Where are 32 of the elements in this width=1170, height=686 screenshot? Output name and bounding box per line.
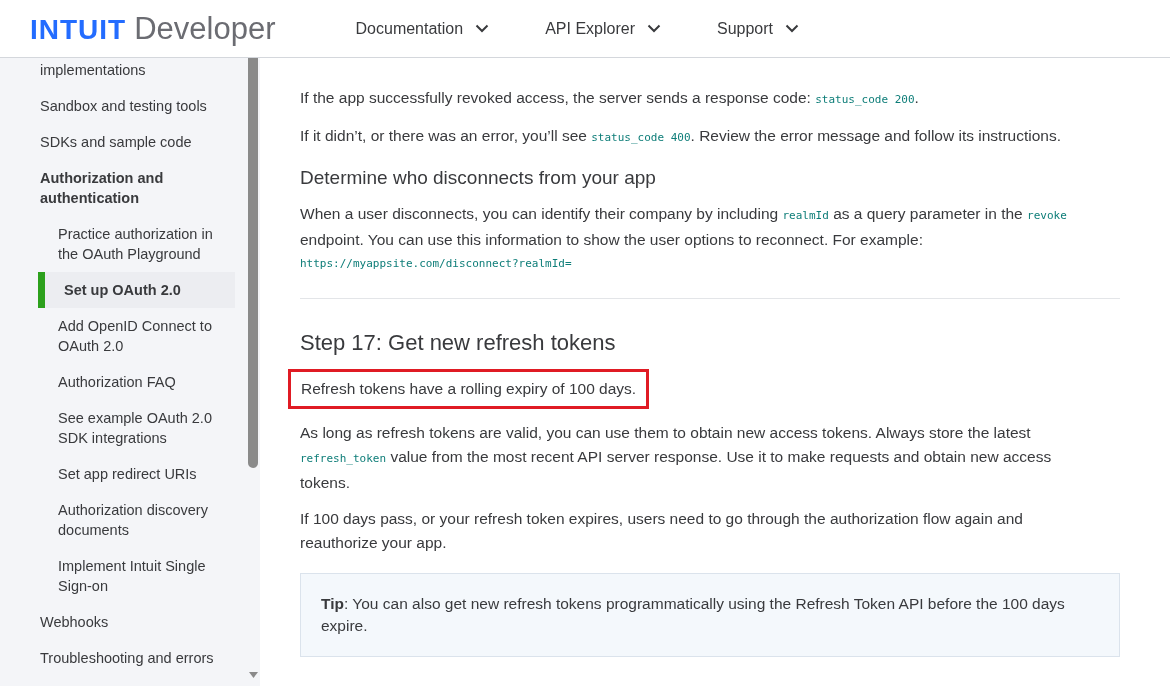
paragraph: If the app successfully revoked access, the server sends a response code: status_code 200. <box>300 88 920 108</box>
sidebar-link[interactable]: Authorization and authentication <box>0 168 247 208</box>
sidebar-link[interactable]: Practice authorization in the OAuth Playground <box>0 224 247 264</box>
paragraph: As long as refresh tokens are valid, you can use them to obtain new access tokens. Always store the latest refresh_token value from the most recent API server response. Use it to make requests and obtain new access tokens. <box>300 423 1053 493</box>
chevron-down-icon <box>785 24 799 33</box>
sidebar-link[interactable]: Authorization discovery documents <box>0 500 247 540</box>
sidebar-link[interactable]: Troubleshooting and errors <box>0 648 247 668</box>
sidebar-link[interactable]: Implement Intuit Single Sign-on <box>0 556 247 596</box>
paragraph: If 100 days pass, or your refresh token expires, users need to go through the authorization flow again and reauthorize your app. <box>300 509 1024 553</box>
nav-menu-button[interactable]: Support <box>716 19 799 38</box>
nav-menu-button[interactable]: API Explorer <box>545 19 661 38</box>
scroll-down-icon[interactable] <box>249 672 258 678</box>
chevron-down-icon <box>646 24 661 33</box>
sidebar-link[interactable]: Webhooks <box>0 612 247 632</box>
logo[interactable]: INTUIT Developer <box>30 10 276 47</box>
chevron-down-icon <box>475 24 490 33</box>
sidebar-link[interactable]: Sandbox and testing tools <box>0 96 247 116</box>
section-heading: Determine who disconnects from your app <box>300 166 657 190</box>
sidebar-link[interactable]: SDKs and sample code <box>0 132 247 152</box>
sidebar-link[interactable]: Set up OAuth 2.0 <box>38 272 235 308</box>
code-example: https://myappsite.com/disconnect?realmId= <box>300 256 573 272</box>
highlighted-sentence: Refresh tokens have a rolling expiry of 100 days. <box>288 369 650 409</box>
sidebar-link[interactable]: Authorization FAQ <box>0 372 247 392</box>
tip-text: Tip: You can also get new refresh tokens programmatically using the Refresh Token API before the 100 days expire. <box>321 594 1066 636</box>
paragraph: When a user disconnects, you can identify their company by including realmId as a query parameter in the revoke endpoint. You can use this information to show the user options to reconnect. For example: <box>300 204 1068 250</box>
sidebar-link[interactable]: Add OpenID Connect to OAuth 2.0 <box>0 316 247 356</box>
sidebar-link[interactable]: See example OAuth 2.0 SDK integrations <box>0 408 247 448</box>
paragraph: If it didn’t, or there was an error, you’ll see status_code 400. Review the error message and follow its instructions. <box>300 126 1062 146</box>
sidebar-link[interactable]: Set app redirect URIs <box>0 464 247 484</box>
nav-menu-button[interactable]: Documentation <box>355 19 490 38</box>
step-heading: Step 17: Get new refresh tokens <box>300 329 617 357</box>
sidebar-link[interactable]: implementations <box>0 60 247 80</box>
